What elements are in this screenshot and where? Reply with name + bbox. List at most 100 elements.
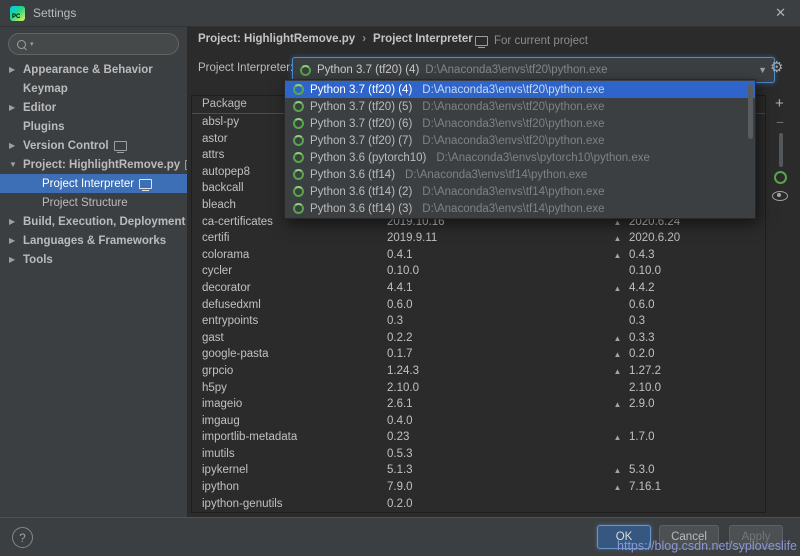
sidebar-item-label: Tools [23, 253, 53, 266]
column-header-package[interactable]: Package [202, 98, 247, 110]
package-name: autopep8 [202, 165, 250, 178]
sidebar-item-keymap[interactable]: Keymap [0, 79, 187, 98]
interpreter-option-name: Python 3.6 (tf14) (2) [310, 185, 413, 198]
interpreter-option-path: D:\Anaconda3\envs\tf20\python.exe [422, 100, 605, 113]
sidebar-item-appearance-behavior[interactable]: ▶ Appearance & Behavior [0, 60, 187, 79]
sidebar-item-project-interpreter[interactable]: Project Interpreter [0, 174, 187, 193]
chevron-right-icon[interactable]: ▶ [9, 236, 23, 245]
interpreter-option-python-3-7-tf20-7[interactable]: Python 3.7 (tf20) (7) D:\Anaconda3\envs\t… [285, 132, 755, 149]
eye-icon[interactable] [772, 191, 788, 201]
package-row-defusedxml[interactable]: defusedxml 0.6.0 0.6.0 [192, 297, 765, 314]
package-latest-version: 5.3.0 [629, 464, 655, 477]
package-name: grpcio [202, 364, 234, 377]
package-row-grpcio[interactable]: grpcio 1.24.3 ▲ 1.27.2 [192, 363, 765, 380]
python-env-icon [293, 118, 304, 129]
package-latest-version: 1.27.2 [629, 364, 661, 377]
interpreter-label: Project Interpreter: [198, 62, 294, 74]
interpreter-option-python-3-6-tf14-3[interactable]: Python 3.6 (tf14) (3) D:\Anaconda3\envs\t… [285, 200, 755, 217]
package-latest-version: 1.7.0 [629, 431, 655, 444]
interpreter-option-python-3-7-tf20-5[interactable]: Python 3.7 (tf20) (5) D:\Anaconda3\envs\t… [285, 98, 755, 115]
package-name: ipython-genutils [202, 497, 283, 510]
chevron-right-icon[interactable]: ▶ [9, 217, 23, 226]
gear-icon[interactable]: ⚙ [770, 60, 783, 75]
search-input[interactable] [37, 36, 170, 52]
package-row-certifi[interactable]: certifi 2019.9.11 ▲ 2020.6.20 [192, 230, 765, 247]
package-row-ipython-genutils[interactable]: ipython-genutils 0.2.0 [192, 496, 765, 512]
package-row-gast[interactable]: gast 0.2.2 ▲ 0.3.3 [192, 330, 765, 347]
packages-scrollbar[interactable] [779, 133, 783, 167]
chevron-right-icon[interactable]: ▶ [9, 65, 23, 74]
package-version: 2.6.1 [387, 398, 413, 411]
upgrade-arrow-icon: ▲ [613, 483, 622, 493]
interpreter-option-path: D:\Anaconda3\envs\tf14\python.exe [422, 185, 605, 198]
remove-package-icon[interactable]: − [776, 115, 784, 129]
package-row-ipython[interactable]: ipython 7.9.0 ▲ 7.16.1 [192, 479, 765, 496]
chevron-down-icon[interactable]: ▼ [9, 160, 23, 169]
sidebar-item-languages-frameworks[interactable]: ▶ Languages & Frameworks [0, 231, 187, 250]
dropdown-scrollbar[interactable] [748, 84, 753, 139]
package-row-imutils[interactable]: imutils 0.5.3 [192, 446, 765, 463]
package-latest-version: 0.3.3 [629, 331, 655, 344]
search-history-caret-icon[interactable]: ▾ [30, 40, 34, 48]
sidebar-item-label: Build, Execution, Deployment [23, 215, 186, 228]
close-icon[interactable]: ✕ [771, 5, 790, 21]
conda-package-manager-icon[interactable] [774, 171, 787, 184]
sidebar-item-plugins[interactable]: Plugins [0, 117, 187, 136]
sidebar-item-build-execution-deployment[interactable]: ▶ Build, Execution, Deployment [0, 212, 187, 231]
chevron-right-icon[interactable]: ▶ [9, 103, 23, 112]
package-row-imgaug[interactable]: imgaug 0.4.0 [192, 413, 765, 430]
package-version: 1.24.3 [387, 364, 419, 377]
package-name: h5py [202, 381, 227, 394]
package-name: gast [202, 331, 224, 344]
settings-search-box[interactable]: ▾ [8, 33, 179, 55]
pycharm-logo-icon: PC [10, 5, 25, 21]
help-icon[interactable]: ? [12, 527, 33, 548]
chevron-down-icon[interactable]: ▼ [754, 65, 767, 75]
package-name: defusedxml [202, 298, 261, 311]
package-row-entrypoints[interactable]: entrypoints 0.3 0.3 [192, 313, 765, 330]
package-row-cycler[interactable]: cycler 0.10.0 0.10.0 [192, 263, 765, 280]
window-title: Settings [33, 6, 77, 20]
package-name: ipykernel [202, 464, 249, 477]
titlebar: PC Settings ✕ [0, 0, 800, 27]
upgrade-arrow-icon: ▲ [613, 250, 622, 260]
package-row-google-pasta[interactable]: google-pasta 0.1.7 ▲ 0.2.0 [192, 346, 765, 363]
sidebar-item-label: Plugins [23, 120, 65, 133]
sidebar-item-project-structure[interactable]: Project Structure [0, 193, 187, 212]
package-latest-version: 0.3 [629, 315, 645, 328]
interpreter-option-python-3-6-pytorch10[interactable]: Python 3.6 (pytorch10) D:\Anaconda3\envs\… [285, 149, 755, 166]
sidebar-item-editor[interactable]: ▶ Editor [0, 98, 187, 117]
package-name: imutils [202, 447, 235, 460]
package-version: 0.5.3 [387, 447, 413, 460]
watermark: https://blog.csdn.net/syploveslife [617, 539, 797, 553]
search-icon[interactable] [17, 39, 26, 49]
interpreter-option-name: Python 3.6 (tf14) [310, 168, 396, 181]
upgrade-arrow-icon: ▲ [613, 283, 622, 293]
package-name: colorama [202, 248, 250, 261]
package-row-ipykernel[interactable]: ipykernel 5.1.3 ▲ 5.3.0 [192, 462, 765, 479]
package-row-colorama[interactable]: colorama 0.4.1 ▲ 0.4.3 [192, 247, 765, 264]
settings-sidebar: ▾ ▶ Appearance & Behavior Keymap ▶ Editor Plu… [0, 26, 188, 518]
breadcrumb-project[interactable]: Project: HighlightRemove.py [198, 33, 355, 45]
package-row-h5py[interactable]: h5py 2.10.0 2.10.0 [192, 380, 765, 397]
chevron-right-icon[interactable]: ▶ [9, 255, 23, 264]
interpreter-option-python-3-7-tf20-4[interactable]: Python 3.7 (tf20) (4) D:\Anaconda3\envs\t… [285, 81, 755, 98]
sidebar-item-tools[interactable]: ▶ Tools [0, 250, 187, 269]
add-package-icon[interactable]: + [775, 96, 784, 111]
package-row-decorator[interactable]: decorator 4.4.1 ▲ 4.4.2 [192, 280, 765, 297]
scope-indicator: For current project [470, 35, 588, 48]
sidebar-item-label: Project Interpreter [42, 177, 135, 190]
interpreter-option-path: D:\Anaconda3\envs\tf14\python.exe [405, 168, 588, 181]
package-version: 0.4.0 [387, 414, 413, 427]
interpreter-option-python-3-6-tf14-2[interactable]: Python 3.6 (tf14) (2) D:\Anaconda3\envs\t… [285, 183, 755, 200]
package-row-importlib-metadata[interactable]: importlib-metadata 0.23 ▲ 1.7.0 [192, 429, 765, 446]
sidebar-item-project-highlightremove-py[interactable]: ▼ Project: HighlightRemove.py [0, 155, 187, 174]
interpreter-option-python-3-7-tf20-6[interactable]: Python 3.7 (tf20) (6) D:\Anaconda3\envs\t… [285, 115, 755, 132]
sidebar-item-label: Editor [23, 101, 57, 114]
upgrade-arrow-icon: ▲ [613, 433, 622, 443]
package-row-imageio[interactable]: imageio 2.6.1 ▲ 2.9.0 [192, 396, 765, 413]
sidebar-item-version-control[interactable]: ▶ Version Control [0, 136, 187, 155]
chevron-right-icon[interactable]: ▶ [9, 141, 23, 150]
package-name: astor [202, 132, 228, 145]
interpreter-option-python-3-6-tf14[interactable]: Python 3.6 (tf14) D:\Anaconda3\envs\tf14\… [285, 166, 755, 183]
